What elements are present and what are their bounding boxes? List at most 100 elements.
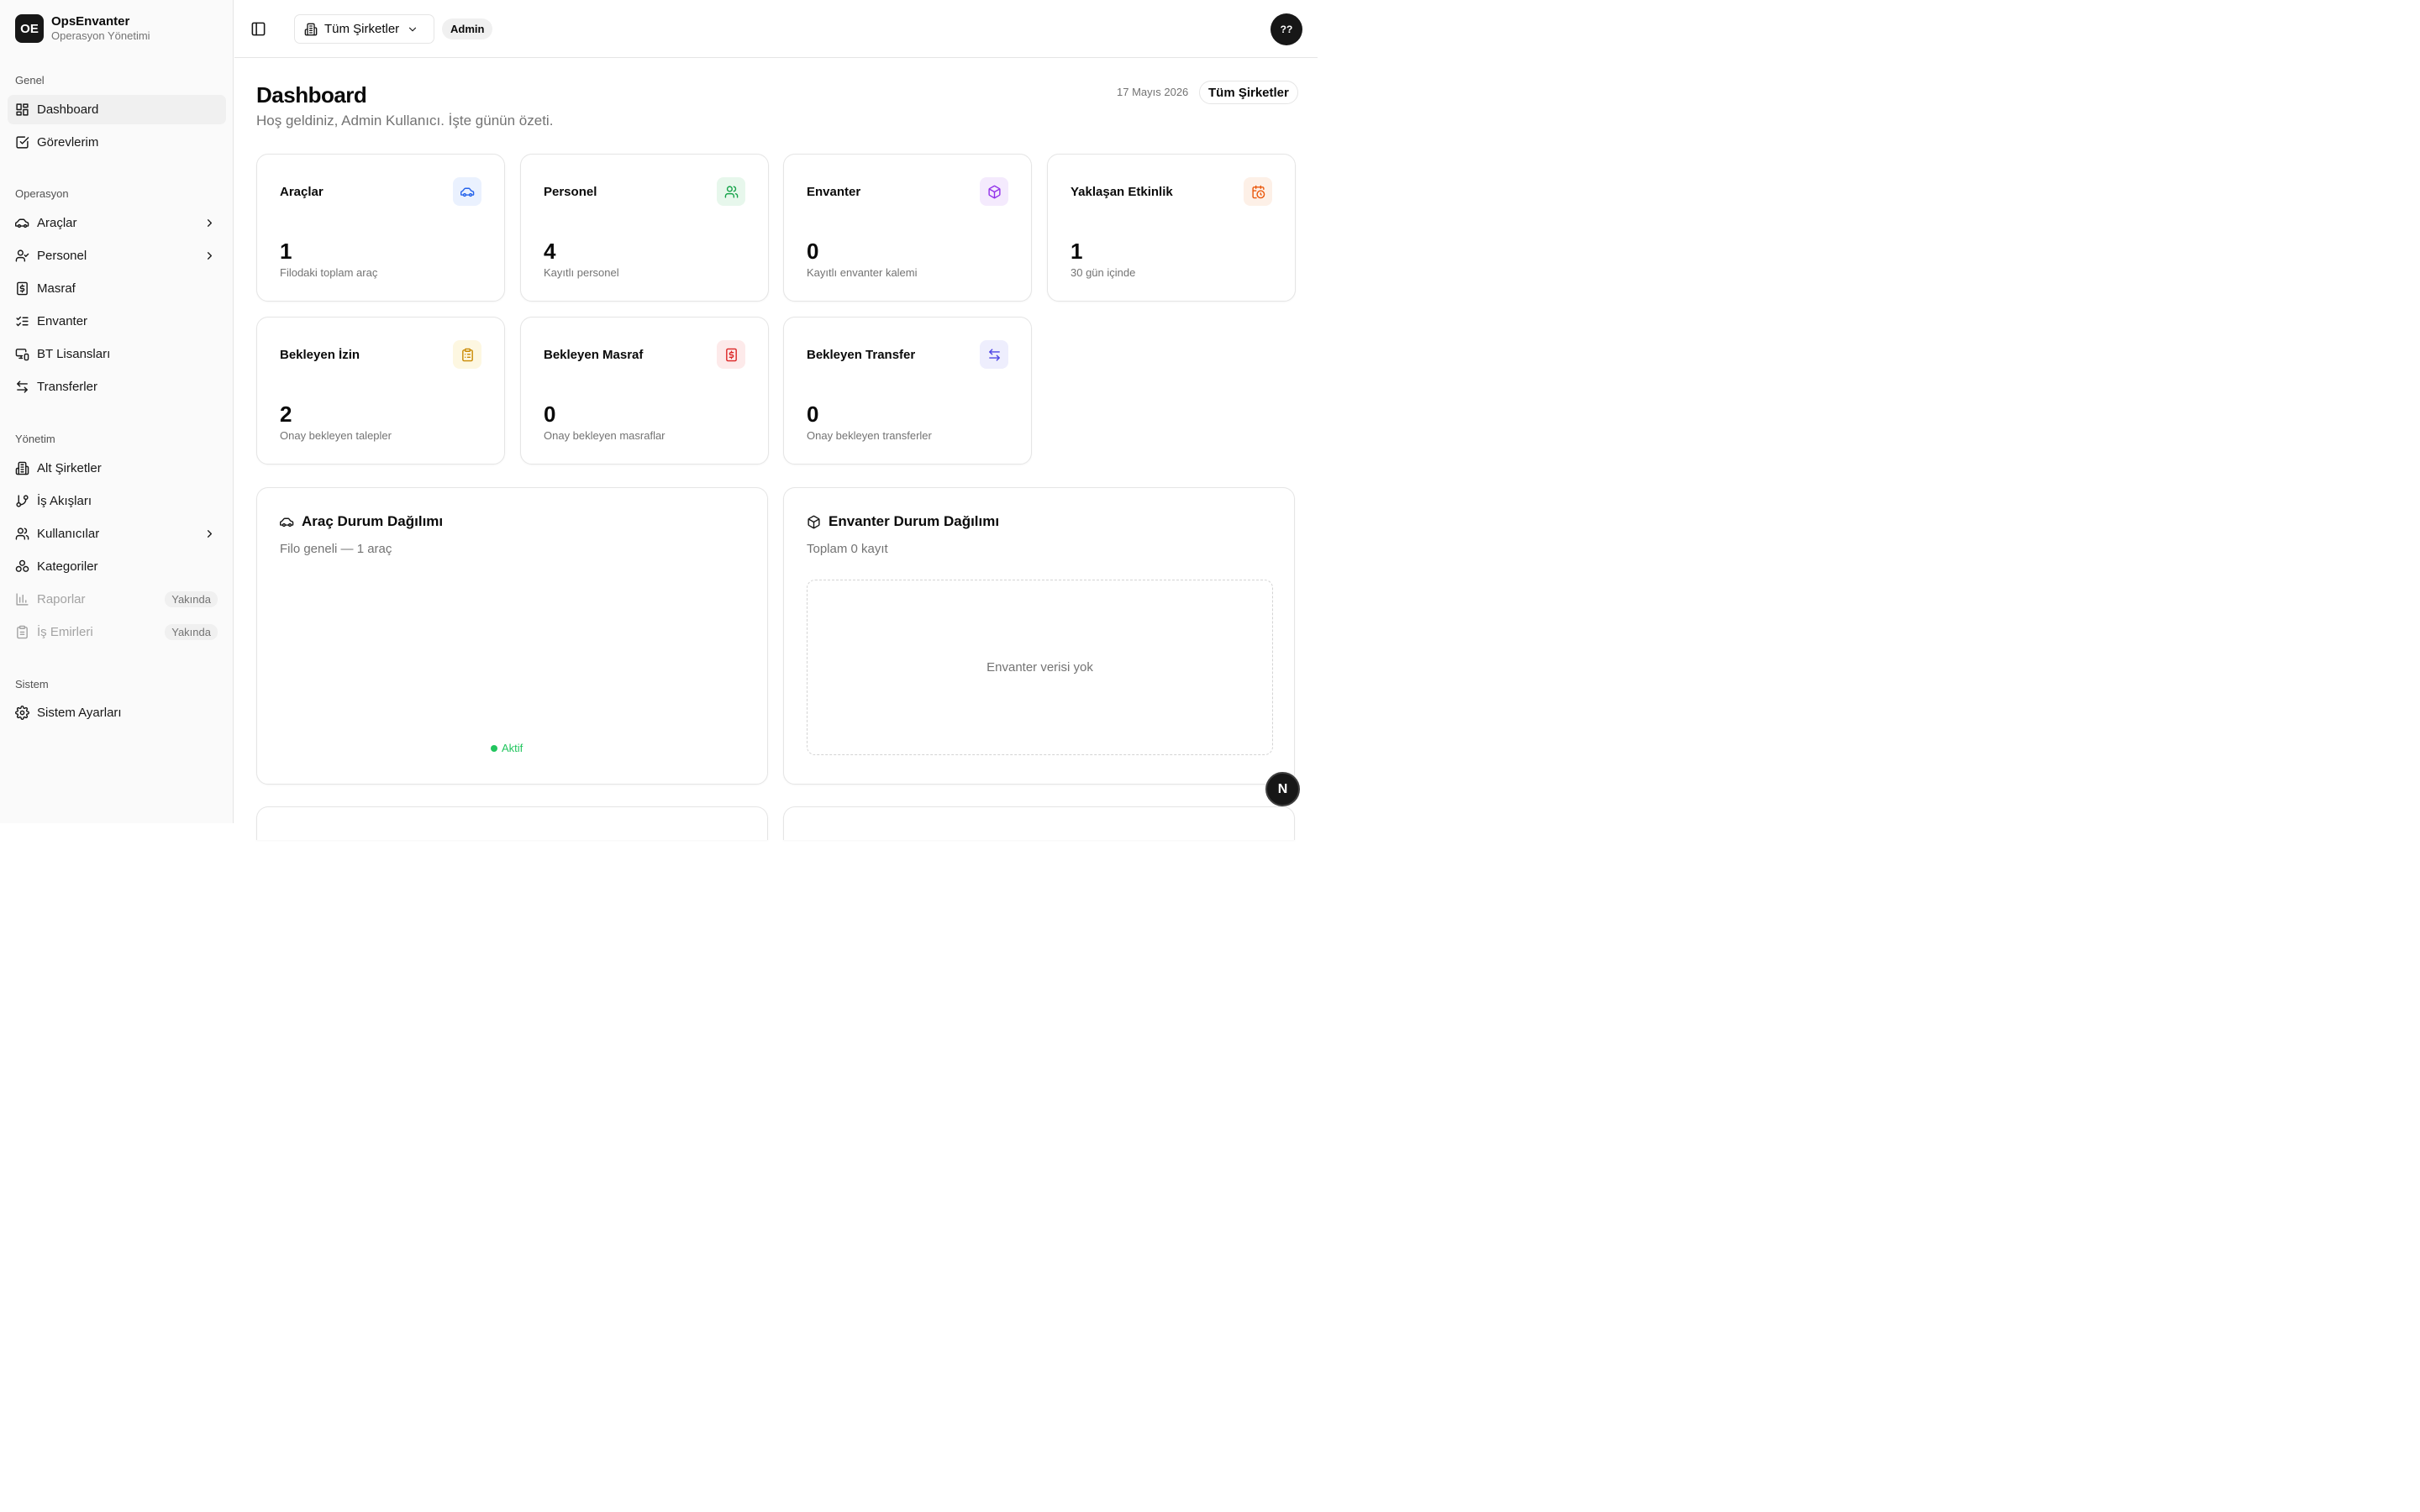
avatar[interactable]: ?? — [1270, 13, 1302, 45]
nav-group-yonetim: Yönetim — [15, 433, 55, 445]
sidebar-item-araclar[interactable]: Araçlar — [8, 208, 226, 238]
chevron-right-icon — [203, 217, 216, 229]
stat-description: Kayıtlı personel — [544, 266, 619, 279]
sidebar-item-label: Raporlar — [37, 592, 86, 606]
sidebar-item-personel[interactable]: Personel — [8, 241, 226, 270]
empty-state: Envanter verisi yok — [807, 580, 1273, 755]
sidebar-item-is-akislari[interactable]: İş Akışları — [8, 486, 226, 516]
stat-description: Onay bekleyen transferler — [807, 429, 932, 442]
empty-state-text: Envanter verisi yok — [986, 660, 1093, 675]
sidebar-item-label: Araçlar — [37, 216, 77, 230]
sidebar-item-kullanicilar[interactable]: Kullanıcılar — [8, 519, 226, 549]
receipt-icon — [15, 281, 29, 296]
stat-card-bekleyen-transfer[interactable]: Bekleyen Transfer 0 Onay bekleyen transf… — [783, 317, 1032, 465]
stat-label: Araçlar — [280, 185, 324, 199]
clipboard-list-icon — [453, 340, 481, 369]
panel-left-icon — [251, 22, 266, 36]
sidebar-item-raporlar: Raporlar Yakında — [8, 585, 226, 614]
stat-card-yaklasan-etkinlik[interactable]: Yaklaşan Etkinlik 1 30 gün içinde — [1047, 154, 1296, 302]
stat-card-personel[interactable]: Personel 4 Kayıtlı personel — [520, 154, 769, 302]
building-icon — [15, 461, 29, 475]
company-select[interactable]: Tüm Şirketler — [294, 14, 434, 44]
sidebar-item-label: Envanter — [37, 314, 88, 328]
stat-description: 30 gün içinde — [1071, 266, 1136, 279]
shapes-icon — [15, 559, 29, 574]
nav-group-genel: Genel — [15, 74, 45, 87]
current-date: 17 Mayıs 2026 — [1117, 86, 1189, 98]
stat-label: Bekleyen Masraf — [544, 348, 644, 362]
sidebar-item-label: İş Akışları — [37, 494, 92, 508]
sidebar-item-transferler[interactable]: Transferler — [8, 372, 226, 402]
dev-tools-button[interactable]: N — [1265, 772, 1300, 806]
sidebar-item-alt-sirketler[interactable]: Alt Şirketler — [8, 454, 226, 483]
sidebar-item-sistem-ayarlari[interactable]: Sistem Ayarları — [8, 698, 226, 727]
next-card-left — [256, 806, 768, 840]
package-icon — [980, 177, 1008, 206]
sidebar-toggle-button[interactable] — [250, 21, 266, 37]
sidebar-item-label: Görevlerim — [37, 135, 99, 150]
stat-description: Filodaki toplam araç — [280, 266, 378, 279]
stat-description: Onay bekleyen masraflar — [544, 429, 666, 442]
sidebar-item-label: Transferler — [37, 380, 97, 394]
stat-card-envanter[interactable]: Envanter 0 Kayıtlı envanter kalemi — [783, 154, 1032, 302]
car-icon — [15, 216, 29, 230]
clipboard-icon — [15, 625, 29, 639]
sidebar-item-label: Dashboard — [37, 102, 99, 117]
legend-dot — [491, 744, 497, 752]
sidebar-item-label: Kullanıcılar — [37, 527, 100, 541]
stat-value: 0 — [544, 402, 556, 427]
brand-title: OpsEnvanter — [51, 14, 130, 29]
vehicle-status-chart-card: Araç Durum Dağılımı Filo geneli — 1 araç… — [256, 487, 768, 785]
chevron-down-icon — [409, 27, 417, 31]
stat-value: 4 — [544, 239, 556, 264]
sidebar-item-dashboard[interactable]: Dashboard — [8, 95, 226, 124]
stat-label: Bekleyen Transfer — [807, 348, 916, 362]
coming-soon-badge: Yakında — [165, 624, 218, 640]
sidebar-item-label: Masraf — [37, 281, 76, 296]
sidebar: OE OpsEnvanter Operasyon Yönetimi Genel … — [0, 0, 234, 823]
chevron-right-icon — [203, 249, 216, 262]
brand[interactable]: OE OpsEnvanter Operasyon Yönetimi — [15, 14, 150, 43]
nav-group-sistem: Sistem — [15, 678, 49, 690]
git-branch-icon — [15, 494, 29, 508]
topbar: Tüm Şirketler Admin ?? — [234, 0, 1318, 58]
sidebar-item-gorevlerim[interactable]: Görevlerim — [8, 128, 226, 157]
layout-dashboard-icon — [15, 102, 29, 117]
sidebar-item-label: Kategoriler — [37, 559, 98, 574]
sidebar-item-masraf[interactable]: Masraf — [8, 274, 226, 303]
square-check-icon — [15, 135, 29, 150]
chart-subtitle: Toplam 0 kayıt — [807, 542, 888, 556]
stat-card-araclar[interactable]: Araçlar 1 Filodaki toplam araç — [256, 154, 505, 302]
coming-soon-badge: Yakında — [165, 591, 218, 607]
stat-label: Bekleyen İzin — [280, 348, 360, 362]
package-icon — [808, 515, 820, 528]
car-icon — [280, 517, 294, 527]
chart-legend: Aktif — [491, 742, 523, 754]
brand-logo: OE — [15, 14, 44, 43]
car-icon — [453, 177, 481, 206]
stat-label: Envanter — [807, 185, 861, 199]
stat-card-bekleyen-masraf[interactable]: Bekleyen Masraf 0 Onay bekleyen masrafla… — [520, 317, 769, 465]
stat-card-bekleyen-izin[interactable]: Bekleyen İzin 2 Onay bekleyen talepler — [256, 317, 505, 465]
stat-label: Personel — [544, 185, 597, 199]
nav-group-operasyon: Operasyon — [15, 187, 69, 200]
bar-chart-icon — [15, 592, 29, 606]
users-icon — [717, 177, 745, 206]
building-icon — [304, 23, 318, 35]
list-checks-icon — [15, 314, 29, 328]
stat-value: 2 — [280, 402, 292, 427]
stat-description: Kayıtlı envanter kalemi — [807, 266, 918, 279]
sidebar-item-is-emirleri: İş Emirleri Yakında — [8, 617, 226, 647]
company-scope-badge: Tüm Şirketler — [1199, 81, 1298, 104]
sidebar-item-envanter[interactable]: Envanter — [8, 307, 226, 336]
company-select-value: Tüm Şirketler — [324, 22, 400, 36]
sidebar-item-kategoriler[interactable]: Kategoriler — [8, 552, 226, 581]
user-check-icon — [15, 249, 29, 263]
sidebar-item-bt-lisanslari[interactable]: BT Lisansları — [8, 339, 226, 369]
role-badge: Admin — [442, 18, 493, 39]
sidebar-item-label: BT Lisansları — [37, 347, 111, 361]
stat-label: Yaklaşan Etkinlik — [1071, 185, 1173, 199]
arrow-left-right-icon — [980, 340, 1008, 369]
stat-value: 1 — [280, 239, 292, 264]
stat-value: 1 — [1071, 239, 1083, 264]
